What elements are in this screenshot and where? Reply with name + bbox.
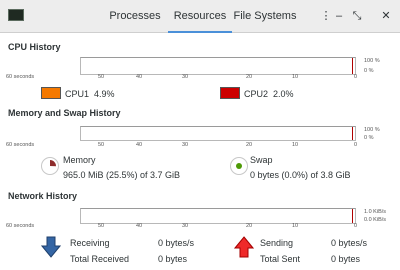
cpu2-color-button[interactable] xyxy=(220,87,240,99)
x-label: 60 seconds xyxy=(6,223,35,229)
total-received-label: Total Received xyxy=(70,254,130,264)
x-label: 40 xyxy=(136,74,143,80)
memory-label: Memory xyxy=(63,155,96,165)
cpu-graph xyxy=(80,57,356,75)
receiving-value: 0 bytes/s xyxy=(158,238,195,248)
total-sent-value: 0 bytes xyxy=(331,254,361,264)
x-label: 0 xyxy=(354,74,358,80)
system-monitor-icon xyxy=(8,9,24,21)
x-label: 60 seconds xyxy=(6,142,35,148)
x-label: 40 xyxy=(136,223,143,229)
receiving-label: Receiving xyxy=(70,238,110,248)
memory-detail: 965.0 MiB (25.5%) of 3.7 GiB xyxy=(63,170,181,180)
header-bar: Processes Resources File Systems ⋮ – ⤡ ✕ xyxy=(0,0,400,33)
memory-y-min: 0 % xyxy=(364,135,374,141)
swap-label: Swap xyxy=(250,155,273,165)
memory-y-max: 100 % xyxy=(364,127,380,133)
cpu2-label: CPU2 2.0% xyxy=(244,89,294,99)
cpu1-value: 4.9% xyxy=(94,89,115,99)
x-label: 0 xyxy=(354,142,358,148)
x-label: 0 xyxy=(354,223,358,229)
x-label: 20 xyxy=(246,142,253,148)
network-graph xyxy=(80,208,356,224)
x-label: 20 xyxy=(246,74,253,80)
cpu-y-min: 0 % xyxy=(364,68,374,74)
x-label: 40 xyxy=(136,142,143,148)
receiving-arrow-icon[interactable] xyxy=(41,236,61,258)
close-icon[interactable]: ✕ xyxy=(380,10,392,22)
network-history-title: Network History xyxy=(8,191,78,201)
x-label: 10 xyxy=(292,74,299,80)
x-label: 60 seconds xyxy=(6,74,35,80)
cpu-y-max: 100 % xyxy=(364,58,380,64)
maximize-icon[interactable]: ⤡ xyxy=(351,10,363,22)
memory-x-axis: 60 seconds 50 40 30 20 10 0 xyxy=(6,142,358,151)
swap-detail: 0 bytes (0.0%) of 3.8 GiB xyxy=(250,170,351,180)
cpu1-label: CPU1 4.9% xyxy=(65,89,115,99)
menu-icon[interactable]: ⋮ xyxy=(320,10,332,22)
x-label: 10 xyxy=(292,223,299,229)
memory-graph xyxy=(80,126,356,141)
x-label: 30 xyxy=(182,142,189,148)
memory-pie-button[interactable] xyxy=(41,157,59,175)
x-label: 50 xyxy=(98,142,105,148)
cpu-x-axis: 60 seconds 50 40 30 20 10 0 xyxy=(6,74,358,83)
tab-file-systems[interactable]: File Systems xyxy=(233,0,297,33)
network-x-axis: 60 seconds 50 40 30 20 10 0 xyxy=(6,223,358,232)
x-label: 10 xyxy=(292,142,299,148)
cpu1-color-button[interactable] xyxy=(41,87,61,99)
total-received-value: 0 bytes xyxy=(158,254,188,264)
x-label: 20 xyxy=(246,223,253,229)
minimize-icon[interactable]: – xyxy=(333,10,345,22)
cpu2-value: 2.0% xyxy=(273,89,294,99)
x-label: 50 xyxy=(98,74,105,80)
swap-pie-button[interactable] xyxy=(230,157,248,175)
network-y-max: 1.0 KiB/s xyxy=(364,209,387,215)
cpu-history-title: CPU History xyxy=(8,42,61,52)
network-y-min: 0.0 KiB/s xyxy=(364,217,387,223)
tab-processes[interactable]: Processes xyxy=(103,0,167,33)
swap-dot-icon xyxy=(236,163,242,169)
total-sent-label: Total Sent xyxy=(260,254,301,264)
memory-history-title: Memory and Swap History xyxy=(8,108,121,118)
sending-value: 0 bytes/s xyxy=(331,238,368,248)
sending-label: Sending xyxy=(260,238,294,248)
x-label: 50 xyxy=(98,223,105,229)
sending-arrow-icon[interactable] xyxy=(234,236,254,258)
tab-resources[interactable]: Resources xyxy=(168,0,232,33)
x-label: 30 xyxy=(182,223,189,229)
x-label: 30 xyxy=(182,74,189,80)
memory-pie-icon xyxy=(50,160,57,167)
